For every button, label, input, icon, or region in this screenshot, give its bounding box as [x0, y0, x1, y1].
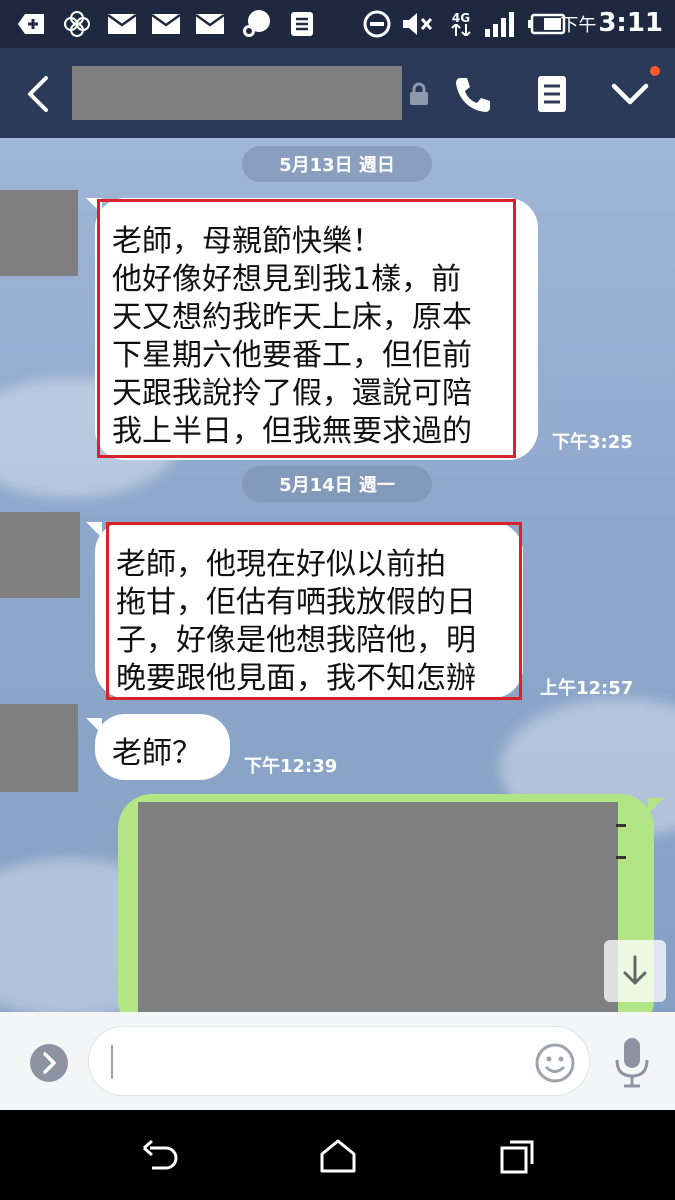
status-bar: 4G 下午 3:11: [0, 0, 675, 48]
chat-bubble-icon: [240, 10, 274, 38]
recents-icon[interactable]: [498, 1138, 538, 1174]
text-fragment: [616, 856, 626, 859]
bubble-tail: [648, 798, 664, 814]
avatar[interactable]: [0, 512, 80, 598]
chevron-down-icon[interactable]: [608, 74, 652, 114]
scroll-to-bottom-button[interactable]: [604, 940, 666, 1002]
mute-icon: [400, 10, 434, 38]
notification-dot: [650, 66, 660, 76]
signal-icon: [482, 10, 518, 38]
clock: 下午 3:11: [560, 8, 663, 38]
network-label: 4G: [451, 11, 471, 25]
text-caret: [111, 1045, 113, 1079]
mail-icon: [106, 10, 138, 38]
chat-header: [0, 48, 675, 138]
mail-icon: [194, 10, 226, 38]
sent-message-redacted: [138, 802, 618, 1012]
mail-icon: [150, 10, 182, 38]
document-icon: [288, 10, 316, 38]
arrow-down-icon: [623, 955, 647, 985]
message-input[interactable]: [88, 1026, 590, 1096]
message-line: 我上半日，但我無要求過的: [112, 414, 472, 449]
back-arrow-icon[interactable]: [20, 72, 60, 116]
flower-app-icon: [62, 10, 92, 38]
add-box-icon: [14, 10, 48, 38]
date-separator: 5月14日 週一: [242, 466, 432, 502]
clock-time: 3:11: [598, 8, 663, 38]
emoji-icon[interactable]: [534, 1042, 576, 1084]
home-icon[interactable]: [318, 1138, 358, 1174]
lock-icon: [408, 82, 430, 106]
input-bar: [0, 1012, 675, 1110]
system-nav-bar: [0, 1110, 675, 1200]
message-line: 老師？: [112, 736, 202, 771]
text-fragment: [616, 824, 626, 827]
date-separator: 5月13日 週日: [242, 146, 432, 182]
do-not-disturb-icon: [362, 10, 392, 38]
back-icon[interactable]: [140, 1138, 180, 1174]
network-4g-icon: 4G: [446, 10, 476, 38]
phone-icon[interactable]: [450, 74, 494, 114]
notes-icon[interactable]: [530, 74, 574, 114]
message-timestamp: 下午3:25: [552, 432, 633, 453]
chevron-right-icon[interactable]: [30, 1044, 68, 1082]
message-line: 晚要跟他見面，我不知怎辦: [116, 661, 476, 696]
avatar[interactable]: [0, 190, 78, 276]
message-timestamp: 下午12:39: [244, 756, 338, 777]
message-timestamp: 上午12:57: [540, 678, 634, 699]
chat-history[interactable]: 5月13日 週日 老師，母親節快樂！ 他好像好想見到我1樣，前 天又想約我昨天上…: [0, 138, 675, 1012]
avatar[interactable]: [0, 704, 78, 792]
chat-title-redacted: [72, 66, 402, 120]
microphone-icon[interactable]: [612, 1036, 652, 1090]
clock-ampm: 下午: [560, 15, 597, 36]
